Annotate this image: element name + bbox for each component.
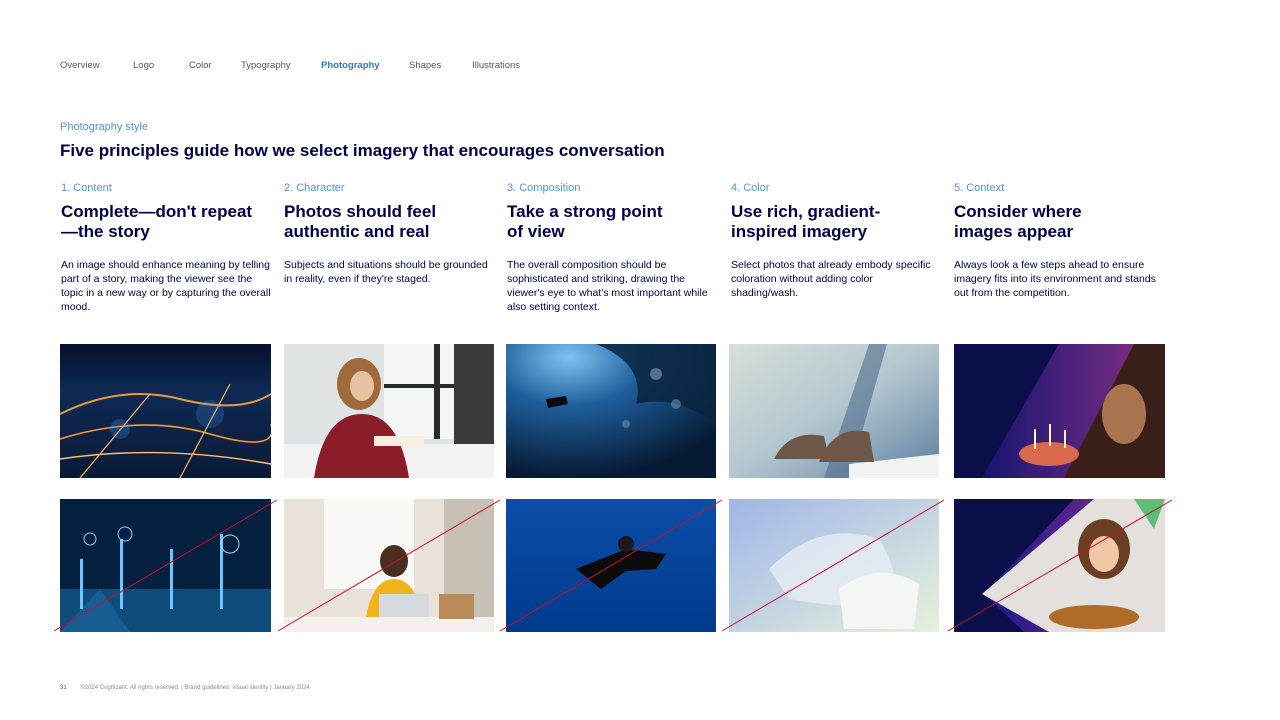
photo-diver-reef (506, 344, 716, 478)
footer: 31 ©2024 Cognizant. All rights reserved.… (60, 685, 310, 691)
principle-number: 5. Context (954, 182, 1005, 194)
section-eyebrow: Photography style (60, 121, 149, 133)
nav-item-shapes[interactable]: Shapes (409, 60, 441, 71)
principle-column-color: 4. Color Use rich, gradient- inspired im… (731, 182, 941, 300)
photo-city-lights-aerial (60, 344, 271, 478)
nav-item-overview[interactable]: Overview (60, 60, 100, 71)
principle-column-character: 2. Character Photos should feel authenti… (284, 182, 494, 286)
principle-number: 1. Content (61, 182, 112, 194)
photo-white-sneaker (729, 499, 939, 632)
nav-item-color[interactable]: Color (189, 60, 212, 71)
principle-number: 3. Composition (507, 182, 581, 194)
photo-hiking-shoes (729, 344, 939, 478)
photo-city-tech-overlay (60, 499, 271, 632)
principle-number: 4. Color (731, 182, 770, 194)
nav-item-illustrations[interactable]: Illustrations (472, 60, 520, 71)
photo-girl-birthday-candles (954, 499, 1165, 632)
principle-body: An image should enhance meaning by telli… (61, 259, 271, 313)
principle-column-context: 5. Context Consider where images appear … (954, 182, 1164, 300)
principle-body: Select photos that already embody specif… (731, 259, 931, 299)
page-number: 31 (60, 685, 67, 691)
principle-body: Always look a few steps ahead to ensure … (954, 259, 1156, 299)
principle-title: Take a strong point of view (507, 202, 663, 241)
principle-number: 2. Character (284, 182, 345, 194)
footer-text: ©2024 Cognizant. All rights reserved. | … (80, 685, 310, 691)
principle-title: Consider where images appear (954, 202, 1082, 241)
principle-column-composition: 3. Composition Take a strong point of vi… (507, 182, 717, 314)
nav-item-typography[interactable]: Typography (241, 60, 291, 71)
principle-column-content: 1. Content Complete—don't repeat —the st… (61, 182, 271, 314)
principle-body: Subjects and situations should be ground… (284, 259, 488, 285)
principle-title: Photos should feel authentic and real (284, 202, 437, 241)
nav-item-logo[interactable]: Logo (133, 60, 154, 71)
principle-title: Complete—don't repeat —the story (61, 202, 253, 241)
photo-birthday-cake-framed (954, 344, 1165, 478)
photo-woman-reading (284, 344, 494, 478)
photo-woman-laptop (284, 499, 494, 632)
principle-title: Use rich, gradient- inspired imagery (731, 202, 881, 241)
principle-body: The overall composition should be sophis… (507, 259, 708, 313)
nav-item-photography[interactable]: Photography (321, 60, 380, 71)
section-headline: Five principles guide how we select imag… (60, 141, 665, 160)
photo-diver-open-water (506, 499, 716, 632)
